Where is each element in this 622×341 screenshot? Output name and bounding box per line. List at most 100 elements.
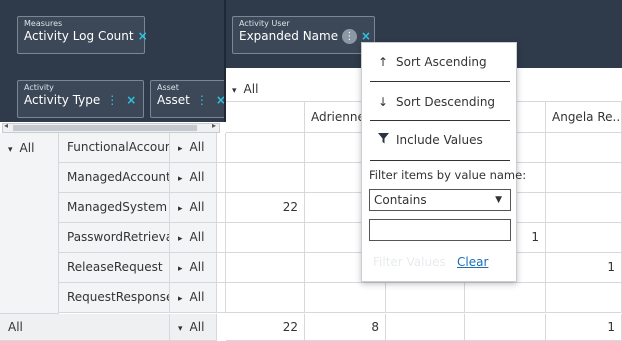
row-activity-type[interactable]: PasswordRetrieval bbox=[59, 223, 170, 253]
activity-label: Activity bbox=[24, 83, 54, 92]
table-cell bbox=[305, 283, 386, 313]
collapse-row-icon[interactable]: ▾ bbox=[8, 145, 13, 155]
row-asset[interactable]: ▸ All bbox=[170, 223, 217, 253]
filter-operator-value: Contains bbox=[374, 193, 427, 207]
menu-divider bbox=[370, 160, 510, 161]
more-options-icon[interactable]: ⋮ bbox=[341, 29, 357, 44]
expand-asset-icon[interactable]: ▸ bbox=[178, 234, 183, 244]
collapse-column-icon[interactable]: ▾ bbox=[232, 86, 237, 96]
horizontal-scrollbar[interactable]: ◂ ▸ bbox=[2, 121, 220, 133]
scrollbar-thumb[interactable] bbox=[13, 125, 197, 131]
column-header-blank bbox=[226, 101, 305, 133]
total-cell-1: 22 bbox=[226, 314, 305, 341]
row-gap bbox=[217, 193, 226, 223]
asset-value: Asset bbox=[157, 93, 190, 107]
row-asset-label: All bbox=[189, 140, 205, 154]
row-activity-type[interactable]: ManagedSystem bbox=[59, 193, 170, 223]
menu-divider bbox=[370, 81, 510, 82]
expand-asset-icon[interactable]: ▸ bbox=[178, 144, 183, 154]
total-cell-2: 8 bbox=[305, 314, 386, 341]
asset-label: Asset bbox=[157, 83, 179, 92]
row-gap bbox=[217, 133, 226, 163]
asset-chip-clip: Asset Asset ⋮ × bbox=[150, 80, 224, 118]
sort-descending-item[interactable]: ↓ Sort Descending bbox=[362, 83, 516, 121]
total-cell-4 bbox=[465, 314, 546, 341]
row-all-label: All bbox=[19, 141, 35, 155]
table-cell bbox=[546, 163, 622, 193]
sort-descending-label: Sort Descending bbox=[396, 95, 496, 109]
filter-values-button[interactable]: Filter Values bbox=[373, 253, 446, 271]
row-asset-label: All bbox=[189, 170, 205, 184]
measures-chip[interactable]: Measures Activity Log Count × bbox=[17, 16, 148, 54]
dropdown-arrow-icon: ▼ bbox=[495, 195, 502, 205]
table-cell bbox=[546, 223, 622, 253]
expand-asset-icon[interactable]: ▸ bbox=[178, 204, 183, 214]
row-activity-type[interactable]: ReleaseRequest bbox=[59, 253, 170, 283]
row-activity-type[interactable]: RequestResponse bbox=[59, 283, 170, 313]
include-values-label: Include Values bbox=[396, 133, 483, 147]
row-asset[interactable]: ▸ All bbox=[170, 253, 217, 283]
activity-user-value: Expanded Name bbox=[239, 29, 339, 43]
row-activity-type[interactable]: FunctionalAccount bbox=[59, 133, 170, 163]
activity-more-icon[interactable]: ⋮ bbox=[106, 93, 118, 107]
total-asset-label: All bbox=[189, 320, 205, 334]
expand-asset-icon[interactable]: ▸ bbox=[178, 264, 183, 274]
asset-chip[interactable]: Asset Asset ⋮ × bbox=[150, 80, 224, 118]
row-asset-label: All bbox=[189, 260, 205, 274]
collapse-total-asset-icon[interactable]: ▾ bbox=[178, 324, 183, 334]
activity-user-label: Activity User bbox=[239, 19, 290, 28]
scroll-left-icon[interactable]: ◂ bbox=[4, 121, 8, 130]
row-asset[interactable]: ▸ All bbox=[170, 163, 217, 193]
row-asset-label: All bbox=[189, 290, 205, 304]
row-activity-type[interactable]: ManagedAccount bbox=[59, 163, 170, 193]
row-asset[interactable]: ▸ All bbox=[170, 193, 217, 223]
table-cell: 22 bbox=[226, 193, 305, 223]
row-all-header[interactable]: ▾ All bbox=[0, 133, 59, 314]
row-asset[interactable]: ▸ All bbox=[170, 133, 217, 163]
arrow-up-icon: ↑ bbox=[377, 55, 389, 69]
total-row-asset[interactable]: ▾ All bbox=[170, 314, 217, 341]
measures-label: Measures bbox=[24, 19, 63, 28]
total-row-label: All bbox=[0, 314, 170, 341]
filter-value-input[interactable] bbox=[369, 219, 511, 241]
table-cell bbox=[546, 193, 622, 223]
table-cell bbox=[226, 163, 305, 193]
scroll-right-icon[interactable]: ▸ bbox=[212, 121, 216, 130]
expand-asset-icon[interactable]: ▸ bbox=[178, 174, 183, 184]
table-cell bbox=[546, 283, 622, 313]
clear-link[interactable]: Clear bbox=[457, 253, 488, 271]
sort-ascending-label: Sort Ascending bbox=[396, 55, 487, 69]
expand-asset-icon[interactable]: ▸ bbox=[178, 294, 183, 304]
row-asset[interactable]: ▸ All bbox=[170, 283, 217, 313]
remove-activity-user-icon[interactable]: × bbox=[361, 29, 371, 43]
remove-asset-icon[interactable]: × bbox=[216, 93, 224, 107]
column-header-angela[interactable]: Angela Re... bbox=[546, 101, 622, 133]
funnel-icon bbox=[376, 121, 390, 159]
measures-value: Activity Log Count bbox=[24, 29, 134, 43]
filter-by-name-label: Filter items by value name: bbox=[369, 168, 527, 182]
table-cell bbox=[226, 283, 305, 313]
table-cell bbox=[386, 283, 465, 313]
asset-more-icon[interactable]: ⋮ bbox=[196, 93, 208, 107]
row-gap bbox=[217, 223, 226, 253]
remove-activity-icon[interactable]: × bbox=[126, 93, 136, 107]
activity-chip[interactable]: Activity Activity Type ⋮ × bbox=[17, 80, 144, 118]
row-gap bbox=[217, 163, 226, 193]
arrow-down-icon: ↓ bbox=[377, 95, 389, 109]
table-cell bbox=[226, 253, 305, 283]
column-all-header[interactable]: ▾ All bbox=[232, 80, 352, 98]
include-values-item[interactable]: Include Values bbox=[362, 121, 516, 159]
table-cell bbox=[546, 133, 622, 163]
remove-measures-icon[interactable]: × bbox=[138, 29, 148, 43]
table-cell bbox=[226, 133, 305, 163]
total-cell-3 bbox=[386, 314, 465, 341]
activity-user-chip[interactable]: Activity User Expanded Name ⋮ × bbox=[232, 16, 375, 54]
activity-value: Activity Type bbox=[24, 93, 101, 107]
table-cell bbox=[465, 283, 546, 313]
column-filter-popup: ↑ Sort Ascending ↓ Sort Descending Include… bbox=[361, 42, 527, 282]
filter-operator-select[interactable]: Contains ▼ bbox=[369, 189, 511, 211]
total-cell-5: 1 bbox=[546, 314, 622, 341]
column-all-label: All bbox=[243, 82, 259, 96]
row-asset-label: All bbox=[189, 200, 205, 214]
sort-ascending-item[interactable]: ↑ Sort Ascending bbox=[362, 43, 516, 81]
